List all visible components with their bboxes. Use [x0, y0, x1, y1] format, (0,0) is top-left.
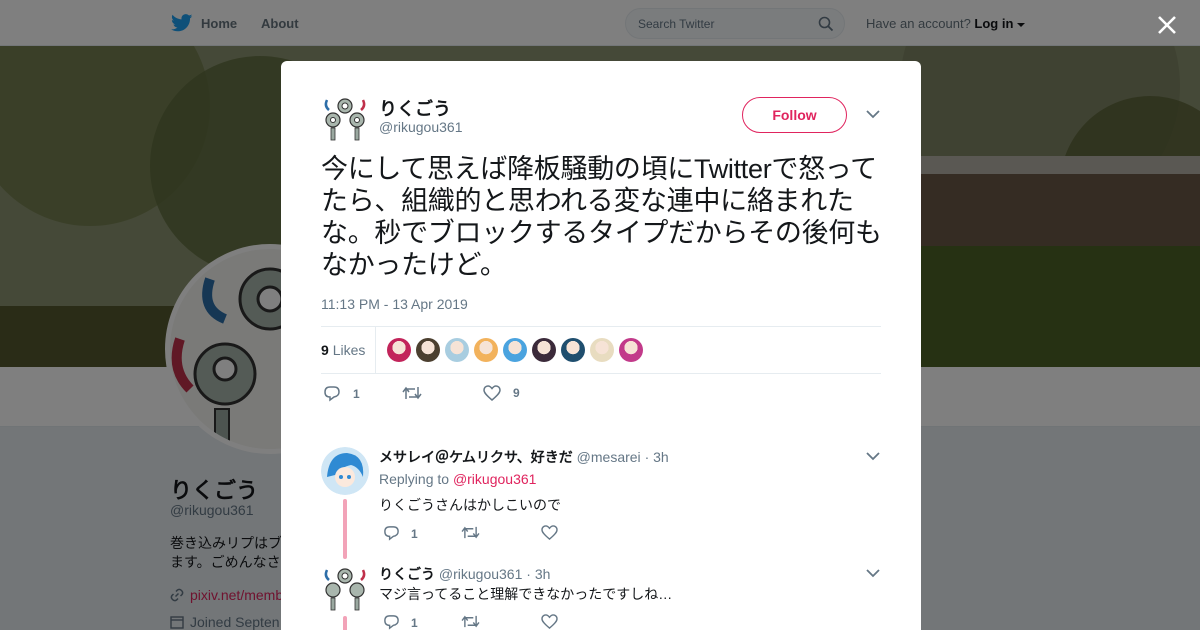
liker-avatar[interactable]	[532, 338, 556, 362]
reply-header: メサレイ＠ケムリクサ、好きだ @mesarei · 3h	[379, 447, 669, 467]
chevron-down-icon[interactable]	[866, 451, 880, 461]
chevron-down-icon[interactable]	[866, 109, 880, 119]
liker-avatar[interactable]	[561, 338, 585, 362]
close-icon[interactable]	[1155, 13, 1179, 37]
reply-author-avatar[interactable]	[321, 564, 369, 612]
reply-author-handle[interactable]: @rikugou361	[439, 566, 523, 582]
reply-header: りくごう @rikugou361 · 3h	[379, 564, 550, 584]
heart-icon	[541, 525, 558, 540]
retweet-action[interactable]	[461, 525, 491, 540]
reply-count: 1	[411, 615, 418, 630]
reply-author-handle[interactable]: @mesarei	[577, 449, 641, 465]
retweet-icon	[402, 386, 422, 400]
reply-author-avatar[interactable]	[321, 447, 369, 495]
reply-item[interactable]: りくごう @rikugou361 · 3h マジ言ってること理解できなかったです…	[281, 564, 921, 630]
author-avatar[interactable]	[321, 94, 369, 142]
reply-count: 1	[353, 387, 360, 401]
liker-avatar[interactable]	[474, 338, 498, 362]
retweet-action[interactable]	[402, 385, 434, 401]
liker-avatar[interactable]	[619, 338, 643, 362]
reply-count: 1	[411, 526, 418, 541]
reply-text: マジ言ってること理解できなかったですしね…	[379, 586, 673, 602]
replying-to: Replying to @rikugou361	[379, 471, 536, 487]
reply-icon	[384, 526, 399, 541]
reply-text: りくごうさんはかしこいので	[379, 497, 561, 513]
reply-time[interactable]: · 3h	[645, 449, 669, 465]
thread-connector	[343, 616, 347, 630]
reply-actions: 1	[379, 525, 579, 543]
reply-action[interactable]: 1	[323, 385, 360, 403]
thread-connector	[343, 499, 347, 559]
heart-icon	[541, 614, 558, 629]
reply-icon	[384, 615, 399, 630]
tweet-actions: 1 9	[321, 385, 621, 405]
retweet-icon	[461, 526, 480, 539]
liker-avatar[interactable]	[590, 338, 614, 362]
likes-number: 9	[321, 342, 329, 358]
chevron-down-icon[interactable]	[866, 568, 880, 578]
like-action[interactable]	[541, 614, 569, 629]
author-handle[interactable]: @rikugou361	[379, 119, 463, 135]
reply-action[interactable]: 1	[383, 525, 418, 542]
retweet-action[interactable]	[461, 614, 491, 629]
tweet-stats: 9 Likes	[321, 326, 881, 374]
replying-to-handle[interactable]: @rikugou361	[453, 471, 537, 487]
reply-icon	[324, 386, 340, 402]
liker-avatars	[387, 338, 643, 362]
reply-action[interactable]: 1	[383, 614, 418, 630]
liker-avatar[interactable]	[503, 338, 527, 362]
likes-stat[interactable]: 9 Likes	[321, 342, 365, 358]
tweet-modal: りくごう @rikugou361 Follow 今にして思えば降板騒動の頃にTw…	[281, 61, 921, 630]
liker-avatar[interactable]	[387, 338, 411, 362]
follow-button[interactable]: Follow	[742, 97, 847, 133]
replying-prefix: Replying to	[379, 471, 450, 487]
retweet-icon	[461, 615, 480, 628]
reply-time[interactable]: · 3h	[526, 566, 550, 582]
reply-author-name[interactable]: メサレイ＠ケムリクサ、好きだ	[379, 449, 573, 465]
tweet-timestamp[interactable]: 11:13 PM - 13 Apr 2019	[321, 296, 468, 312]
reply-author-name[interactable]: りくごう	[379, 566, 435, 582]
liker-avatar[interactable]	[445, 338, 469, 362]
likes-label: Likes	[332, 342, 366, 358]
tweet-text: 今にして思えば降板騒動の頃にTwitterで怒ってたら、組織的と思われる変な連中…	[321, 154, 882, 280]
like-action[interactable]	[541, 525, 569, 540]
heart-icon	[483, 385, 501, 401]
stats-divider	[375, 327, 376, 374]
like-count: 9	[513, 386, 520, 400]
liker-avatar[interactable]	[416, 338, 440, 362]
author-name[interactable]: りくごう	[379, 95, 451, 121]
reply-actions: 1	[379, 614, 579, 630]
like-action[interactable]: 9	[483, 385, 520, 401]
reply-item[interactable]: メサレイ＠ケムリクサ、好きだ @mesarei · 3h Replying to…	[281, 447, 921, 557]
